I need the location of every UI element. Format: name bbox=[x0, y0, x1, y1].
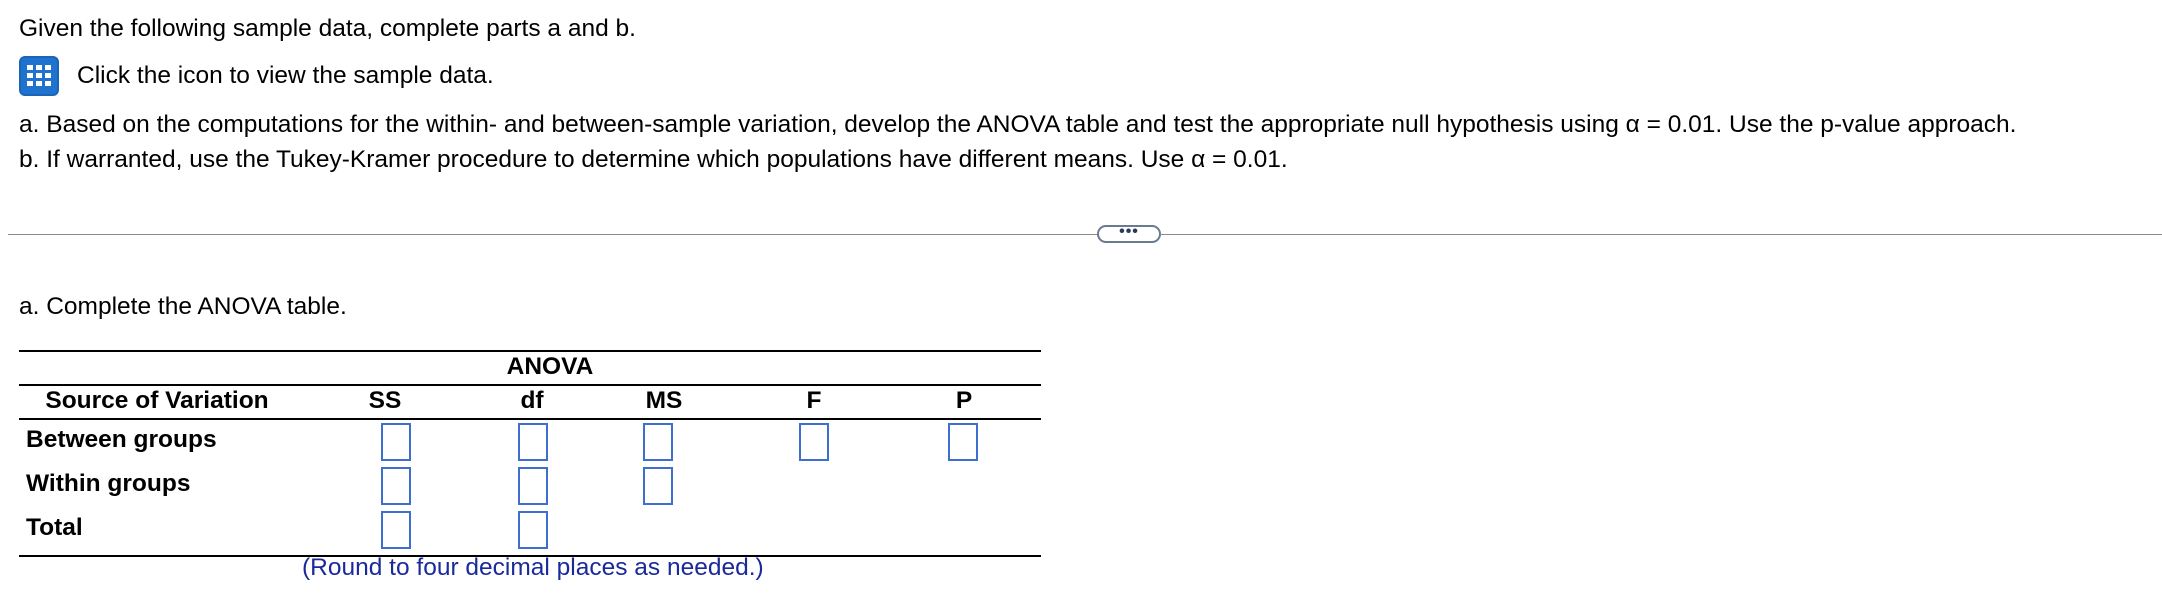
within-ms-input[interactable] bbox=[643, 467, 673, 505]
column-header-p: P bbox=[955, 387, 973, 414]
row-label-within-groups: Within groups bbox=[26, 470, 191, 497]
within-df-input[interactable] bbox=[518, 467, 548, 505]
total-ss-input[interactable] bbox=[381, 511, 411, 549]
column-header-ms: MS bbox=[645, 387, 683, 414]
between-df-input[interactable] bbox=[518, 423, 548, 461]
table-grid-icon[interactable] bbox=[19, 56, 59, 96]
question-intro: Given the following sample data, complet… bbox=[19, 15, 636, 42]
section-divider bbox=[8, 234, 1098, 235]
section-divider bbox=[1160, 234, 2162, 235]
column-header-f: F bbox=[806, 387, 822, 414]
total-df-input[interactable] bbox=[518, 511, 548, 549]
part-b-instructions: b. If warranted, use the Tukey-Kramer pr… bbox=[19, 146, 1288, 173]
answer-prompt: a. Complete the ANOVA table. bbox=[19, 293, 347, 320]
table-rule bbox=[19, 350, 1041, 352]
rounding-note: (Round to four decimal places as needed.… bbox=[302, 554, 764, 581]
expand-more-button[interactable]: ••• bbox=[1097, 224, 1161, 243]
column-header-source: Source of Variation bbox=[45, 387, 269, 414]
table-rule bbox=[19, 384, 1041, 386]
column-header-ss: SS bbox=[368, 387, 402, 414]
between-ms-input[interactable] bbox=[643, 423, 673, 461]
between-f-input[interactable] bbox=[799, 423, 829, 461]
column-header-df: df bbox=[520, 387, 544, 414]
between-p-input[interactable] bbox=[948, 423, 978, 461]
part-a-instructions: a. Based on the computations for the wit… bbox=[19, 111, 2017, 138]
sample-data-link-text[interactable]: Click the icon to view the sample data. bbox=[77, 61, 494, 91]
within-ss-input[interactable] bbox=[381, 467, 411, 505]
row-label-total: Total bbox=[26, 514, 83, 541]
table-title: ANOVA bbox=[506, 353, 594, 380]
row-label-between-groups: Between groups bbox=[26, 426, 217, 453]
table-rule bbox=[19, 418, 1041, 420]
between-ss-input[interactable] bbox=[381, 423, 411, 461]
